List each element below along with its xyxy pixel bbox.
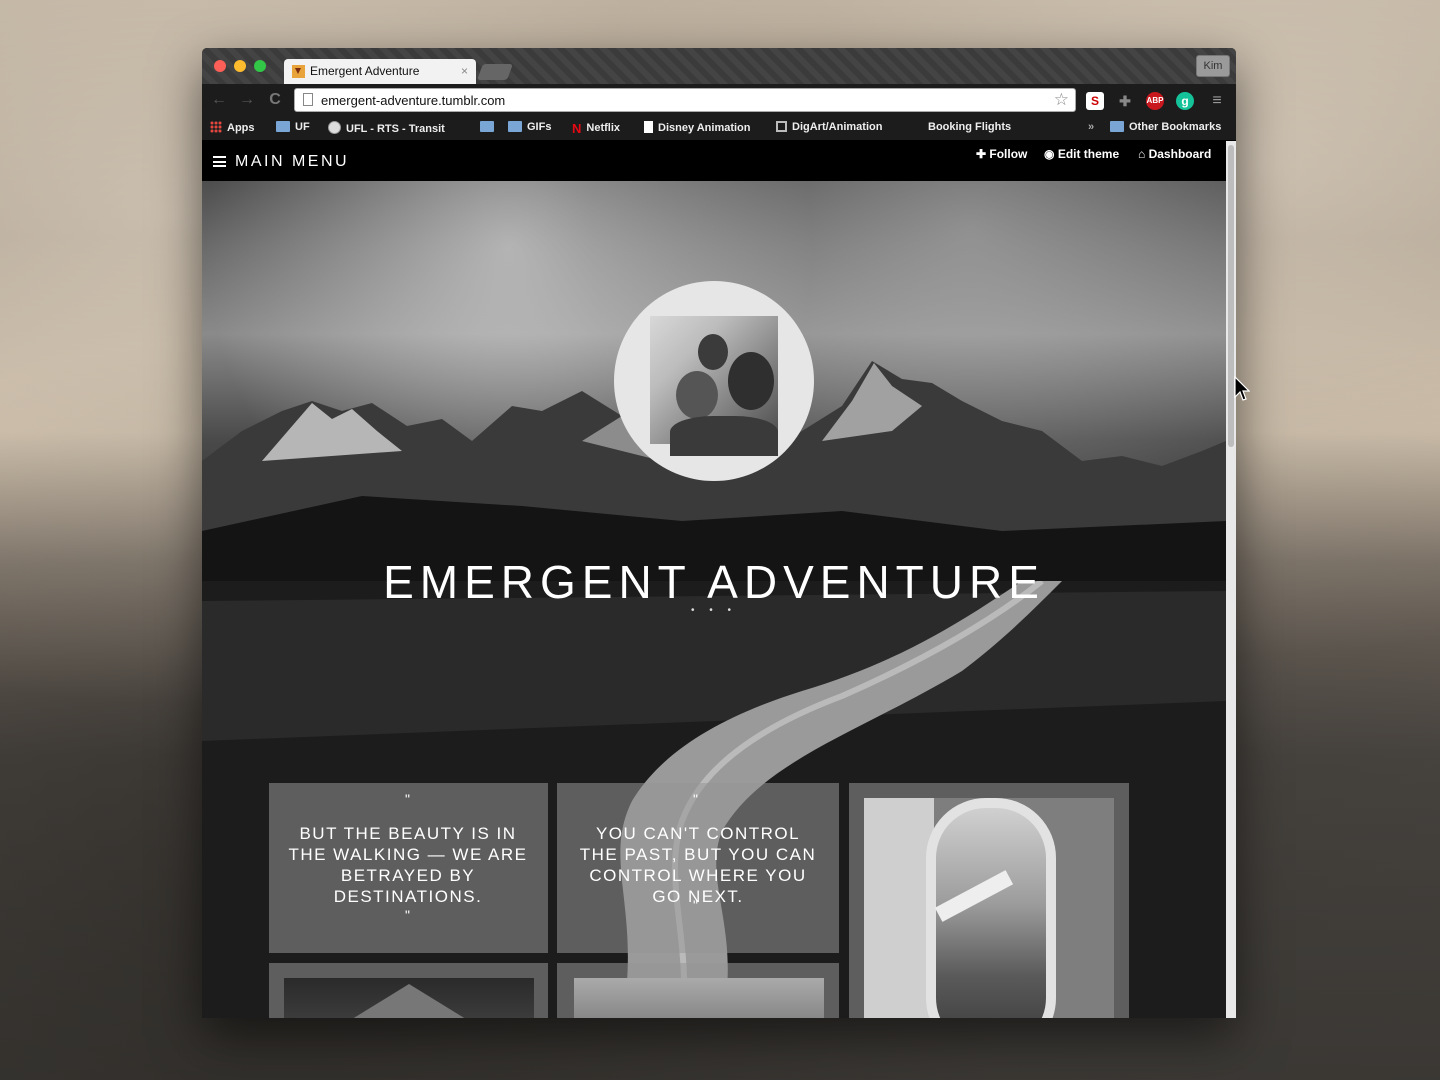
blog-avatar[interactable] bbox=[614, 281, 814, 481]
profile-button[interactable]: Kim bbox=[1196, 55, 1230, 77]
bookmark-uf[interactable]: UF bbox=[276, 121, 310, 133]
eye-icon: ◉ bbox=[1044, 147, 1058, 161]
puzzle-icon[interactable]: ✚ bbox=[1116, 92, 1134, 110]
avatar-photo bbox=[650, 316, 778, 456]
bookmark-disney-animation[interactable]: Disney Animation bbox=[644, 121, 751, 134]
bookmark-page-icon bbox=[776, 121, 787, 132]
quote-close-mark: " bbox=[405, 907, 410, 923]
quote-open-mark: " bbox=[405, 791, 410, 807]
quote-close-mark: " bbox=[693, 897, 698, 913]
photo-post-card[interactable] bbox=[849, 783, 1129, 1018]
home-icon: ⌂ bbox=[1138, 147, 1149, 161]
bookmark-ufl-rts[interactable]: UFL - RTS - Transit bbox=[328, 121, 468, 135]
url-text: emergent-adventure.tumblr.com bbox=[321, 93, 506, 108]
quote-text: BUT THE BEAUTY IS IN THE WALKING — WE AR… bbox=[288, 824, 528, 906]
hamburger-menu-icon[interactable] bbox=[213, 156, 226, 167]
close-window-button[interactable] bbox=[214, 60, 226, 72]
address-bar[interactable]: emergent-adventure.tumblr.com ☆ bbox=[294, 88, 1076, 112]
apps-grid-icon bbox=[210, 121, 222, 133]
bookmark-digart-animation[interactable]: DigArt/Animation bbox=[776, 121, 882, 133]
quote-card[interactable]: " BUT THE BEAUTY IS IN THE WALKING — WE … bbox=[269, 783, 548, 953]
tent-shape bbox=[344, 984, 474, 1018]
title-bar: Emergent Adventure × Kim bbox=[202, 48, 1236, 84]
tab-close-icon[interactable]: × bbox=[461, 64, 468, 78]
bookmark-booking-flights[interactable]: Booking Flights bbox=[928, 121, 1011, 133]
bookmark-gifs[interactable]: GIFs bbox=[508, 121, 551, 133]
chrome-menu-icon[interactable]: ≡ bbox=[1208, 92, 1226, 110]
browser-window: Emergent Adventure × Kim ← → C emergent-… bbox=[202, 48, 1236, 1018]
quote-open-mark: " bbox=[693, 791, 698, 807]
bookmark-other-bookmarks[interactable]: Other Bookmarks bbox=[1110, 121, 1221, 133]
bookmark-netflix[interactable]: N Netflix bbox=[572, 121, 620, 136]
page-icon bbox=[303, 93, 313, 106]
folder-icon bbox=[480, 121, 494, 132]
minimize-window-button[interactable] bbox=[234, 60, 246, 72]
tab-emergent-adventure[interactable]: Emergent Adventure × bbox=[284, 59, 476, 84]
reload-button[interactable]: C bbox=[266, 91, 284, 109]
s-icon[interactable]: S bbox=[1086, 92, 1104, 110]
netflix-icon: N bbox=[572, 121, 582, 136]
bookmarks-bar: Apps UF UFL - RTS - Transit GIFs N Netfli… bbox=[202, 116, 1236, 141]
bookmark-folder-unnamed[interactable] bbox=[480, 121, 499, 133]
page-icon bbox=[644, 121, 653, 133]
forward-button[interactable]: → bbox=[238, 91, 256, 109]
photo-post-card[interactable] bbox=[557, 963, 839, 1018]
cloudy-landscape-photo bbox=[574, 978, 824, 1018]
new-tab-button[interactable] bbox=[477, 64, 513, 80]
page-scrollbar[interactable] bbox=[1226, 141, 1236, 1018]
folder-icon bbox=[1110, 121, 1124, 132]
back-button[interactable]: ← bbox=[210, 91, 228, 109]
page-viewport: MAIN MENU ✚ Follow ◉ Edit theme ⌂ Dashbo… bbox=[202, 141, 1226, 1018]
rts-logo-icon bbox=[328, 121, 341, 134]
adblock-icon[interactable]: ABP bbox=[1146, 92, 1164, 110]
bookmark-apps[interactable]: Apps bbox=[210, 121, 255, 134]
bookmark-star-icon[interactable]: ☆ bbox=[1054, 90, 1069, 110]
browser-toolbar: ← → C emergent-adventure.tumblr.com ☆ S … bbox=[202, 84, 1236, 116]
grammarly-icon[interactable]: g bbox=[1176, 92, 1194, 110]
follow-button[interactable]: ✚ Follow bbox=[976, 147, 1027, 161]
tent-photo bbox=[284, 978, 534, 1018]
folder-icon bbox=[508, 121, 522, 132]
main-menu-button[interactable]: MAIN MENU bbox=[235, 153, 349, 171]
window-frame bbox=[864, 798, 934, 1018]
dashboard-button[interactable]: ⌂ Dashboard bbox=[1138, 147, 1211, 161]
airplane-window-photo bbox=[864, 798, 1114, 1018]
blog-title[interactable]: EMERGENT ADVENTURE bbox=[202, 555, 1226, 609]
plus-icon: ✚ bbox=[976, 147, 990, 161]
zoom-window-button[interactable] bbox=[254, 60, 266, 72]
folder-icon bbox=[276, 121, 290, 132]
edit-theme-button[interactable]: ◉ Edit theme bbox=[1044, 147, 1119, 161]
quote-text: YOU CAN'T CONTROL THE PAST, BUT YOU CAN … bbox=[579, 824, 817, 906]
quote-card[interactable]: " YOU CAN'T CONTROL THE PAST, BUT YOU CA… bbox=[557, 783, 839, 953]
tab-title: Emergent Adventure bbox=[310, 64, 420, 78]
tumblr-top-nav: MAIN MENU ✚ Follow ◉ Edit theme ⌂ Dashbo… bbox=[202, 141, 1226, 181]
bookmarks-overflow-chevron[interactable]: » bbox=[1088, 121, 1094, 133]
title-ornament: • • • bbox=[690, 605, 738, 616]
photo-post-card[interactable] bbox=[269, 963, 548, 1018]
mouse-cursor-icon bbox=[1234, 376, 1250, 401]
tumblr-favicon-icon bbox=[292, 65, 305, 78]
